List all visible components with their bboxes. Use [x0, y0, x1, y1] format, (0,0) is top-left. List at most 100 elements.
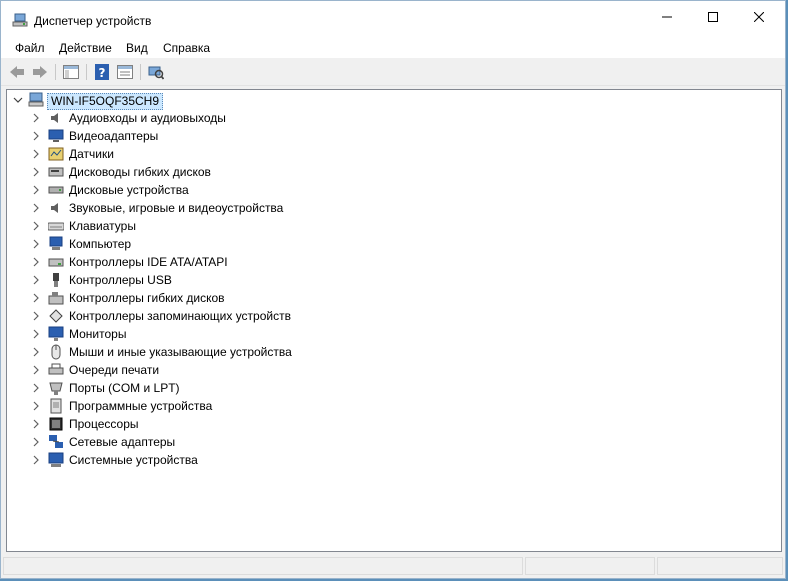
tree-item[interactable]: Звуковые, игровые и видеоустройства	[7, 199, 781, 217]
chevron-right-icon[interactable]	[30, 436, 42, 448]
chevron-right-icon[interactable]	[30, 310, 42, 322]
tree-item-label: Порты (COM и LPT)	[69, 381, 180, 395]
printer-icon	[48, 363, 64, 375]
tree-item-label: Процессоры	[69, 417, 139, 431]
computer-icon	[28, 92, 44, 107]
console-tree-icon	[63, 65, 79, 79]
chevron-right-icon[interactable]	[30, 364, 42, 376]
minimize-icon	[662, 16, 672, 18]
tree-item-label: Сетевые адаптеры	[69, 435, 176, 449]
tree-item[interactable]: Мыши и иные указывающие устройства	[7, 343, 781, 361]
window-title: Диспетчер устройств	[34, 14, 152, 28]
help-icon: ?	[95, 64, 109, 80]
tree-item[interactable]: Системные устройства	[7, 451, 781, 469]
tree-item-label: Дисковые устройства	[69, 183, 189, 197]
tree-item[interactable]: Очереди печати	[7, 361, 781, 379]
tree-item[interactable]: Программные устройства	[7, 397, 781, 415]
keyboard-icon	[48, 222, 64, 231]
arrow-left-icon	[10, 66, 24, 78]
tree-item[interactable]: Контроллеры IDE ATA/ATAPI	[7, 253, 781, 271]
display-adapter-icon	[48, 129, 64, 142]
chevron-right-icon[interactable]	[30, 256, 42, 268]
tree-item[interactable]: Сетевые адаптеры	[7, 433, 781, 451]
maximize-icon	[708, 12, 718, 22]
status-cell	[657, 557, 783, 575]
speaker-icon	[51, 113, 58, 123]
chevron-right-icon[interactable]	[30, 130, 42, 142]
processor-icon	[49, 417, 63, 431]
tree-item[interactable]: Контроллеры запоминающих устройств	[7, 307, 781, 325]
chevron-right-icon[interactable]	[30, 400, 42, 412]
tree-item[interactable]: Аудиовходы и аудиовыходы	[7, 109, 781, 127]
tree-item[interactable]: Дисководы гибких дисков	[7, 163, 781, 181]
scan-hardware-button[interactable]	[147, 63, 165, 81]
chevron-right-icon[interactable]	[30, 220, 42, 232]
show-hide-console-tree-button[interactable]	[62, 63, 80, 81]
chevron-right-icon[interactable]	[30, 418, 42, 430]
svg-text:?: ?	[99, 66, 106, 80]
chevron-right-icon[interactable]	[30, 328, 42, 340]
tree-item-label: Клавиатуры	[69, 219, 136, 233]
toolbar-separator	[86, 64, 87, 80]
menu-bar: Файл Действие Вид Справка	[1, 38, 785, 58]
close-button[interactable]	[736, 1, 782, 33]
tree-item-label: Мыши и иные указывающие устройства	[69, 345, 292, 359]
properties-button[interactable]	[116, 63, 134, 81]
tree-item[interactable]: Клавиатуры	[7, 217, 781, 235]
menu-view[interactable]: Вид	[126, 41, 148, 55]
chevron-right-icon[interactable]	[30, 112, 42, 124]
chevron-right-icon[interactable]	[30, 148, 42, 160]
properties-icon	[117, 65, 133, 79]
floppy-drive-icon	[48, 167, 64, 177]
tree-item[interactable]: Компьютер	[7, 235, 781, 253]
mouse-icon	[51, 344, 61, 360]
minimize-button[interactable]	[644, 1, 690, 33]
close-icon	[754, 12, 764, 22]
chevron-right-icon[interactable]	[30, 238, 42, 250]
tree-item-label: Мониторы	[69, 327, 127, 341]
chevron-right-icon[interactable]	[30, 202, 42, 214]
tree-root-label[interactable]: WIN-IF5OQF35CH9	[47, 93, 164, 110]
toolbar-separator	[140, 64, 141, 80]
help-button[interactable]: ?	[93, 63, 111, 81]
chevron-right-icon[interactable]	[30, 274, 42, 286]
device-tree[interactable]: WIN-IF5OQF35CH9 Аудиовходы и аудиовыходы…	[6, 89, 782, 552]
tree-item-label: Системные устройства	[69, 453, 198, 467]
forward-button[interactable]	[31, 63, 49, 81]
tree-item[interactable]: Мониторы	[7, 325, 781, 343]
chevron-right-icon[interactable]	[30, 454, 42, 466]
menu-file[interactable]: Файл	[15, 41, 45, 55]
chevron-down-icon[interactable]	[12, 94, 24, 106]
maximize-button[interactable]	[690, 1, 736, 33]
tree-root[interactable]: WIN-IF5OQF35CH9	[7, 91, 781, 110]
chevron-right-icon[interactable]	[30, 184, 42, 196]
tree-item-label: Контроллеры IDE ATA/ATAPI	[69, 255, 228, 269]
sound-icon	[51, 203, 58, 213]
chevron-right-icon[interactable]	[30, 166, 42, 178]
tree-item-label: Контроллеры гибких дисков	[69, 291, 225, 305]
disk-drive-icon	[48, 186, 64, 194]
arrow-right-icon	[33, 66, 47, 78]
network-adapter-icon	[49, 435, 63, 448]
menu-help[interactable]: Справка	[163, 41, 210, 55]
tree-item[interactable]: Видеоадаптеры	[7, 127, 781, 145]
tree-item[interactable]: Порты (COM и LPT)	[7, 379, 781, 397]
chevron-right-icon[interactable]	[30, 292, 42, 304]
tree-item[interactable]: Контроллеры USB	[7, 271, 781, 289]
toolbar: ?	[1, 59, 785, 86]
tree-item-label: Программные устройства	[69, 399, 213, 413]
chevron-right-icon[interactable]	[30, 346, 42, 358]
tree-item[interactable]: Дисковые устройства	[7, 181, 781, 199]
tree-item[interactable]: Датчики	[7, 145, 781, 163]
tree-item-label: Контроллеры запоминающих устройств	[69, 309, 291, 323]
title-bar[interactable]: Диспетчер устройств	[1, 1, 785, 38]
chevron-right-icon[interactable]	[30, 382, 42, 394]
menu-action[interactable]: Действие	[59, 41, 112, 55]
tree-item-label: Очереди печати	[69, 363, 160, 377]
tree-item[interactable]: Процессоры	[7, 415, 781, 433]
status-cell	[3, 557, 523, 575]
tree-item-label: Компьютер	[69, 237, 132, 251]
tree-item[interactable]: Контроллеры гибких дисков	[7, 289, 781, 307]
device-manager-icon	[12, 13, 28, 27]
back-button[interactable]	[8, 63, 26, 81]
